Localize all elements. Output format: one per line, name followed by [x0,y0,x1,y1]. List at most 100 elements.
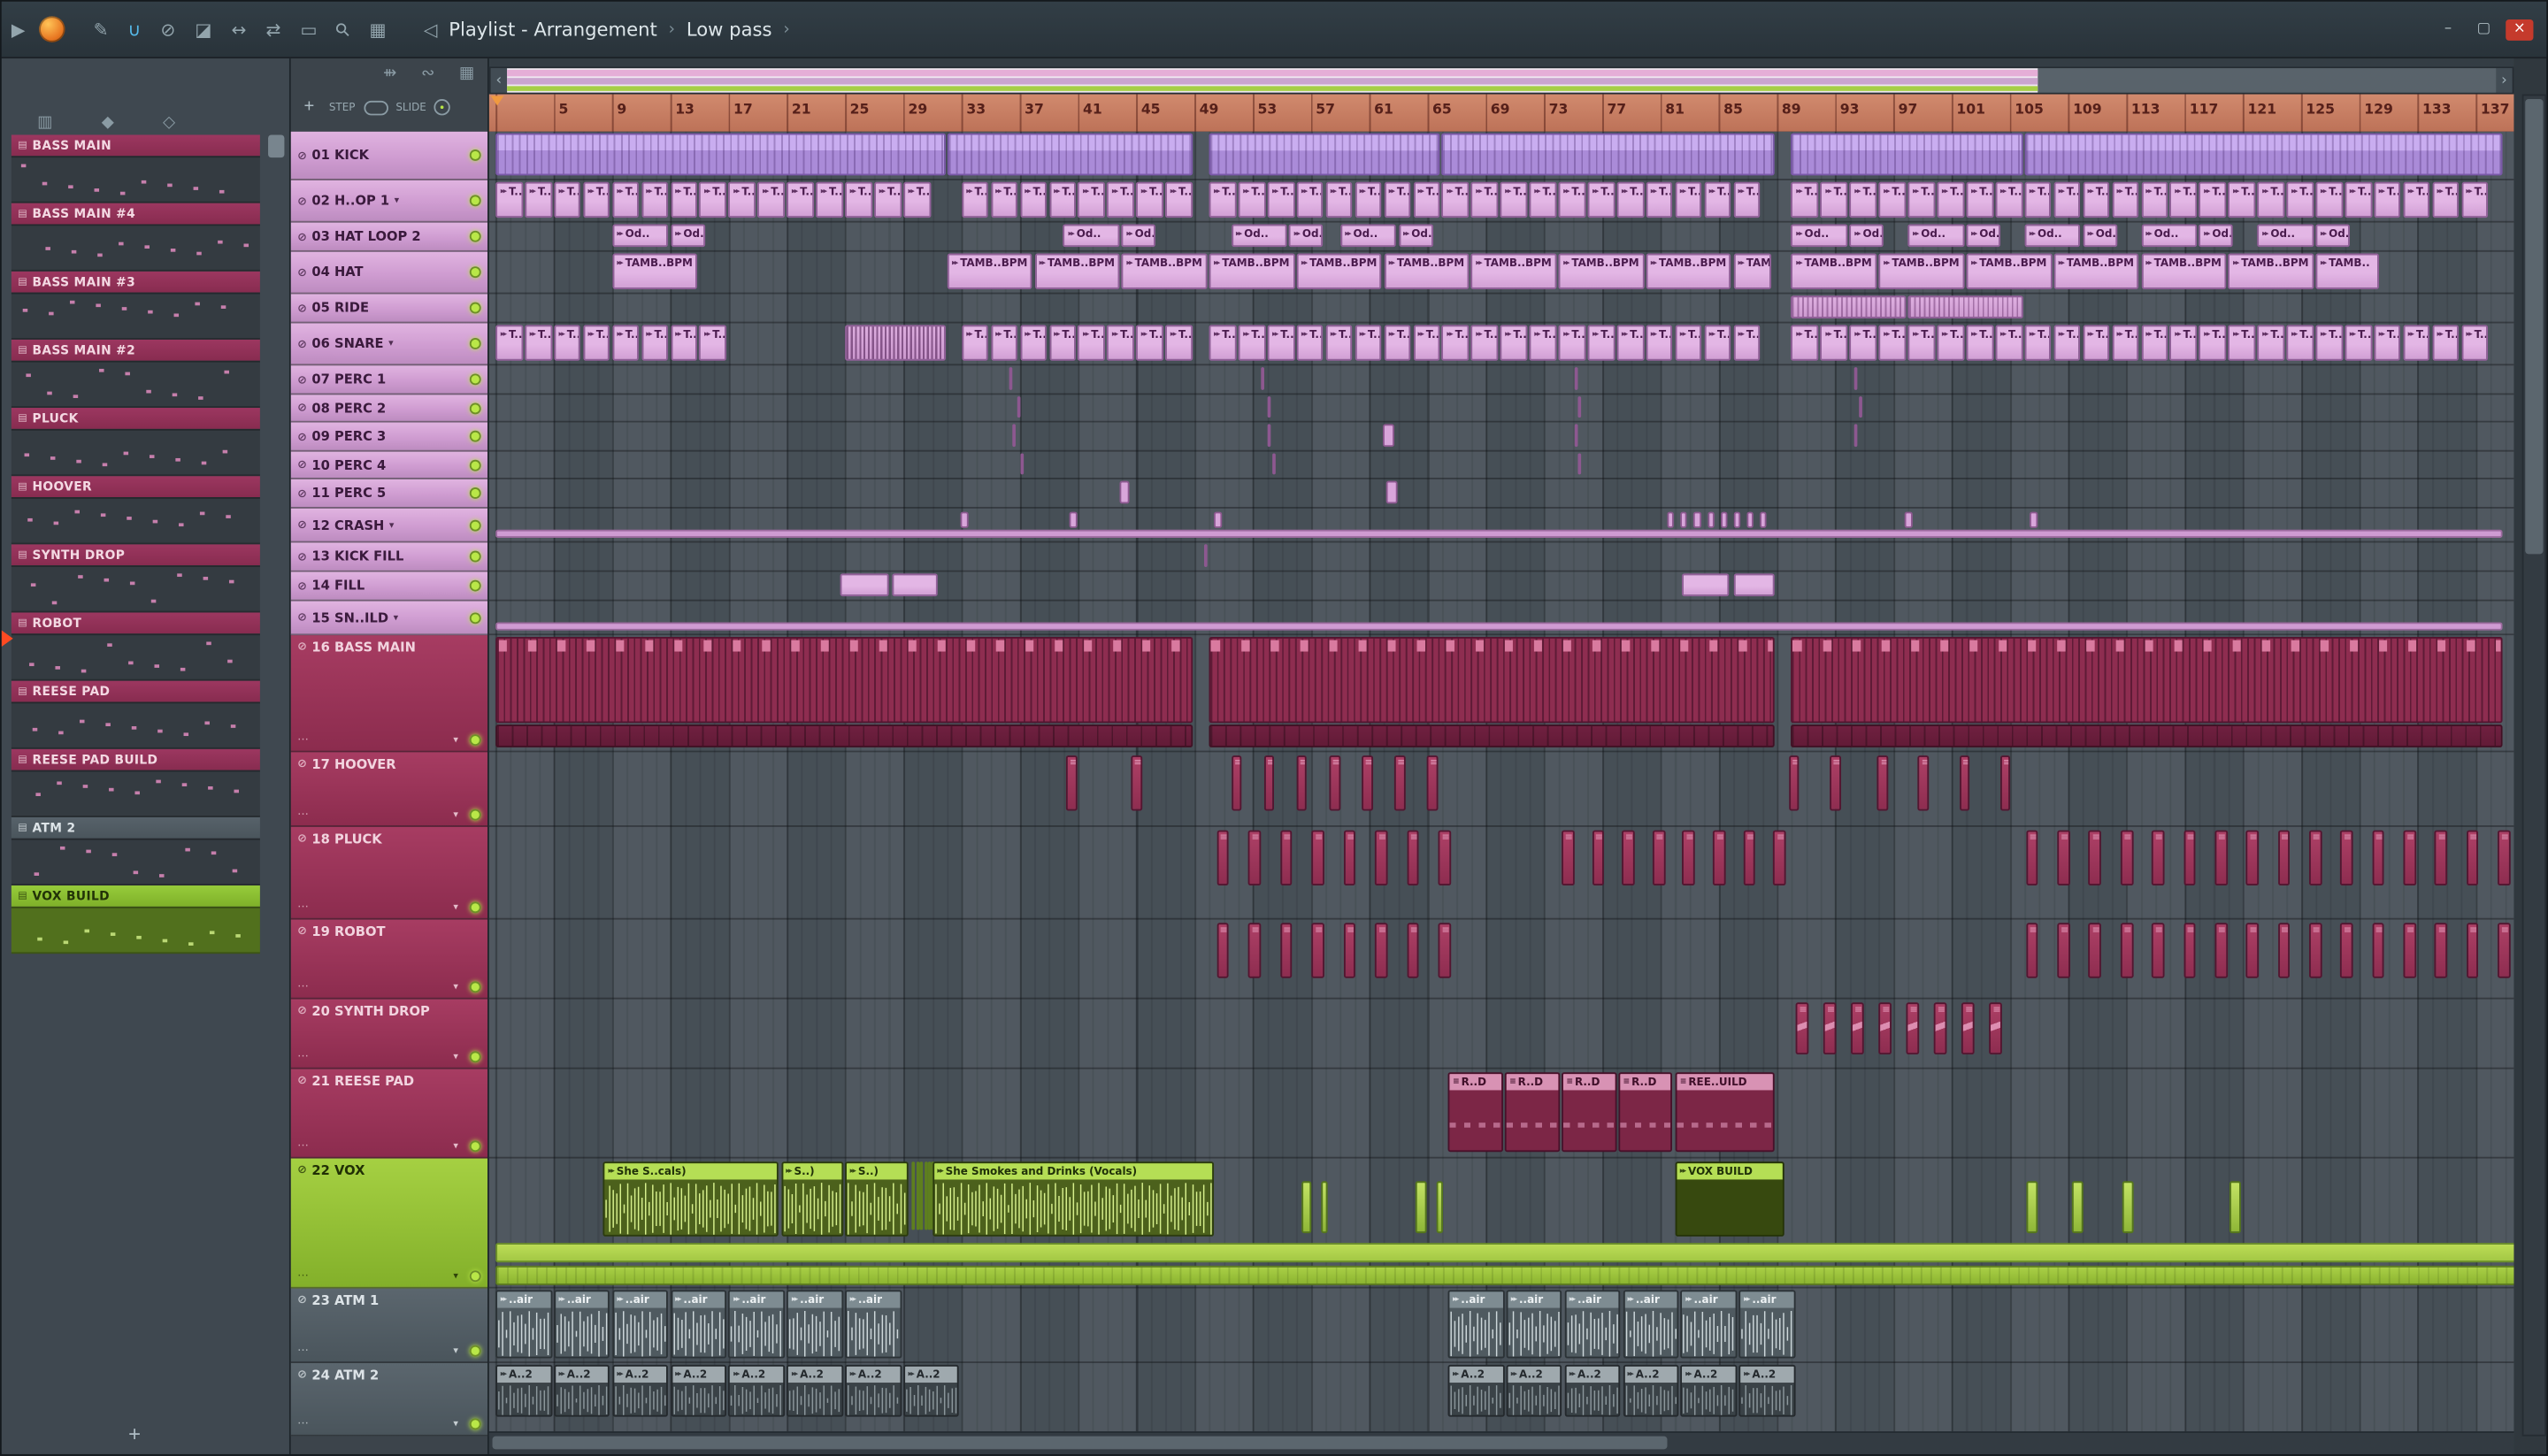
track-header-perc-4[interactable]: ⊘ 10 PERC 4 [290,451,488,479]
mute-icon[interactable]: ⊘ [297,402,307,415]
synth-pattern-clip[interactable] [1795,1002,1809,1055]
pattern-clip[interactable] [1382,424,1394,448]
pattern-clip[interactable]: ▸▸T..M [1355,181,1382,218]
pattern-clip[interactable]: ▸▸T..M [1413,325,1440,361]
track-name[interactable]: ⊘ 08 PERC 2 [291,395,487,420]
crash-clip[interactable] [1693,511,1701,528]
track-led[interactable] [469,402,481,414]
pattern-clip[interactable] [1858,396,1862,418]
pattern-name[interactable]: ▤ SYNTH DROP [11,544,260,566]
overview-song-region[interactable] [507,68,2039,93]
crash-clip[interactable] [2030,511,2039,528]
automation-view-icon[interactable]: ◇ [163,114,175,132]
mute-icon[interactable]: ⊘ [297,611,307,625]
audio-clip[interactable]: ▸▸ ..air [1447,1290,1505,1359]
track-header-atm-1[interactable]: ⊘ 23 ATM 1 ⋯ ▾ [290,1288,488,1364]
pattern-clip[interactable]: ▸▸T..M [1441,325,1470,361]
kick-pattern-clip[interactable] [2024,133,2504,176]
track-header-synth-drop[interactable]: ⊘ 20 SYNTH DROP ⋯ ▾ [290,999,488,1069]
horizontal-scrollbar-thumb[interactable] [492,1436,1667,1450]
pattern-clip[interactable]: ▸▸T..M [2199,181,2227,218]
track-name[interactable]: ⊘ 06 SNARE ▾ [291,324,487,364]
pattern-clip[interactable]: ▸▸T..M [1296,325,1324,361]
pattern-clip[interactable]: ▸▸T..M [1558,181,1586,218]
pattern-clip[interactable]: ▸▸ TAMB..BPM [2140,253,2227,289]
playlist-track-lane[interactable] [488,509,2514,543]
track-name[interactable]: ⊘ 09 PERC 3 [291,423,487,450]
audio-clip[interactable] [2230,1181,2241,1234]
audio-slice-clip[interactable] [919,1161,924,1230]
pattern-clip[interactable]: ▸▸Od.. [2199,224,2234,248]
pattern-clip[interactable]: ▸▸T..M [699,325,727,361]
pattern-clip[interactable]: ▸▸T..M [1238,325,1266,361]
synth-pattern-clip[interactable] [1961,1002,1975,1055]
pattern-clip[interactable]: ▸▸T..M [2169,181,2198,218]
pattern-clip[interactable]: ▸▸T..M [2460,325,2489,361]
note-pattern-clip[interactable] [2183,830,2196,886]
close-button[interactable]: × [2506,19,2534,40]
track-header-sn-ild[interactable]: ⊘ 15 SN..ILD ▾ [290,601,488,636]
pattern-name[interactable]: ▤ REESE PAD BUILD [11,748,260,770]
pattern-clip[interactable]: ▸▸T..M [553,325,581,361]
mute-icon[interactable]: ⊘ [297,302,307,315]
note-pattern-clip[interactable] [2277,830,2291,886]
note-pattern-clip[interactable] [2245,830,2260,886]
note-pattern-clip[interactable] [1393,755,1406,811]
synth-pattern-clip[interactable] [1823,1002,1837,1055]
note-pattern-clip[interactable] [2245,923,2260,978]
track-name[interactable]: ⊘ 11 PERC 5 [291,479,487,507]
pattern-clip[interactable]: ▸▸T..M [1849,325,1877,361]
track-led[interactable] [469,487,481,499]
pattern-clip[interactable]: ▸▸T..M [1616,325,1644,361]
audio-clip[interactable]: ▸▸ A..2 [670,1364,727,1417]
pattern-clip[interactable] [1017,396,1021,418]
audio-clip[interactable]: ▸▸ ..air [1506,1290,1562,1359]
pattern-clip[interactable]: ▸▸T..M [1441,181,1470,218]
pattern-thumbnail[interactable] [11,360,260,409]
pattern-thumbnail[interactable] [11,633,260,681]
track-name[interactable]: ⊘ 22 VOX [291,1159,487,1182]
track-led[interactable] [469,458,481,471]
audio-clip[interactable]: ▸▸ A..2 [1738,1364,1796,1417]
mute-icon[interactable]: ⊘ [297,149,307,162]
link-icon[interactable]: ∾ [421,65,434,82]
pattern-clip[interactable]: ▸▸T..M [728,181,756,218]
pattern-clip[interactable]: ▸▸Od.. [670,224,705,248]
pattern-clip[interactable]: ▸▸T..M [1107,181,1135,218]
playlist-grid[interactable]: ▸▸T..M▸▸T..M▸▸T..M▸▸T..M▸▸T..M▸▸T..M▸▸T.… [488,131,2514,1437]
pattern-thumbnail[interactable] [11,701,260,749]
pattern-clip[interactable]: ▸▸T..M [2432,181,2460,218]
track-led[interactable] [469,149,481,161]
audio-slice-clip[interactable] [924,1161,927,1230]
pattern-clip[interactable]: ▸▸T..M [2403,325,2430,361]
note-pattern-clip[interactable] [2120,923,2133,978]
audio-clip[interactable]: ▸▸ VOX BUILD [1675,1161,1784,1237]
pattern-clip[interactable]: ▸▸T..M [1587,325,1616,361]
note-pattern-clip[interactable] [2025,923,2039,978]
pattern-clip[interactable]: ▸▸T..M [1238,181,1266,218]
audio-clip[interactable]: ▸▸ A..2 [845,1364,902,1417]
pattern-clip[interactable]: ▸▸T..M [1646,181,1673,218]
track-header-hat[interactable]: ⊘ 04 HAT [290,251,488,295]
pattern-clip[interactable]: ▸▸Od.. [1121,224,1156,248]
pattern-list-item[interactable]: ▤ REESE PAD [11,680,260,749]
pattern-clip[interactable]: ▸▸T..M [2374,325,2401,361]
note-pattern-clip[interactable] [1788,755,1800,811]
playlist-track-lane[interactable] [488,920,2514,1000]
pattern-clip[interactable] [1271,453,1276,475]
pattern-clip[interactable]: ▸▸ TAMB..BPM [2053,253,2139,289]
track-name[interactable]: ⊘ 13 KICK FILL [291,542,487,570]
track-name[interactable]: ⊘ 15 SN..ILD ▾ [291,602,487,634]
note-pattern-clip[interactable] [1216,923,1230,978]
mute-icon[interactable]: ⊘ [297,924,307,938]
note-pattern-clip[interactable] [2088,923,2102,978]
playlist-track-lane[interactable] [488,542,2514,572]
pattern-clip[interactable]: ▸▸T..M [2315,181,2343,218]
audio-clip[interactable]: ▸▸ ..air [1622,1290,1679,1359]
playlist-track-lane[interactable] [488,132,2514,180]
pattern-clip[interactable]: ▸▸T..M [1413,181,1440,218]
pattern-clip[interactable]: ▸▸T..M [1107,325,1135,361]
chevron-down-icon[interactable]: ▾ [453,733,458,745]
note-pattern-clip[interactable] [1375,923,1388,978]
pattern-clip[interactable]: ▸▸Od.. [1791,224,1848,248]
